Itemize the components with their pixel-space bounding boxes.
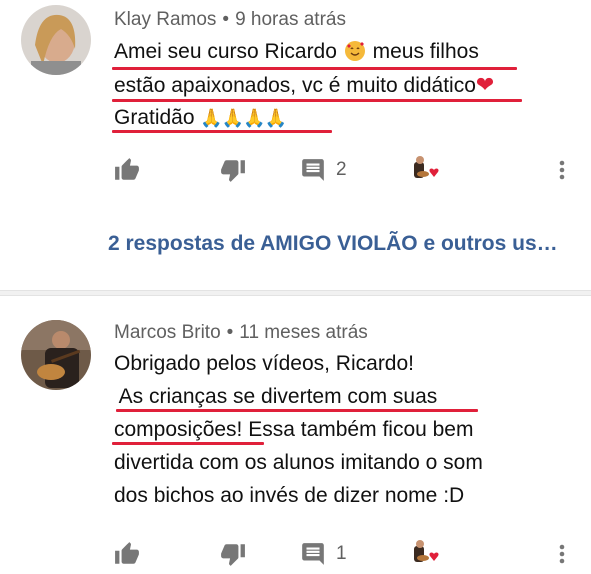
comment-time: 9 horas atrás (235, 9, 346, 30)
thumbs-up-icon (115, 158, 139, 180)
highlight-underline (112, 67, 517, 70)
creator-heart-icon (409, 155, 439, 181)
avatar-image (21, 320, 91, 390)
red-heart-emoji: ❤ (475, 72, 495, 97)
avatar[interactable] (21, 320, 91, 390)
highlight-underline (112, 130, 332, 133)
dislike-button[interactable] (220, 534, 246, 574)
avatar[interactable] (21, 5, 91, 75)
comment-line: Obrigado pelos vídeos, Ricardo! (114, 352, 414, 375)
like-button[interactable] (114, 150, 140, 190)
comment-text: Amei seu curso Ricardo meus filhos estão… (114, 35, 574, 134)
reply-button[interactable]: 1 (300, 534, 347, 574)
like-button[interactable] (114, 534, 140, 574)
comment-line: Essa também ficou bem (242, 418, 474, 441)
comment-line: estão apaixonados, vc é muito didático (114, 74, 476, 97)
comment-text: Obrigado pelos vídeos, Ricardo! As crian… (114, 347, 574, 512)
meta-separator: • (226, 322, 234, 343)
reply-icon (302, 159, 324, 181)
comment-line: divertida com os alunos imitando o som (114, 451, 483, 474)
comment-actions: 1 (0, 534, 591, 574)
comment-meta: Klay Ramos • 9 horas atrás (114, 9, 346, 31)
avatar-image (21, 5, 91, 75)
comment-marcos-brito: Marcos Brito • 11 meses atrás Obrigado pel… (0, 296, 591, 573)
more-vert-icon (559, 160, 565, 180)
creator-heart-badge (408, 534, 444, 574)
comment-line: Amei seu curso Ricardo (114, 40, 337, 63)
reply-count: 2 (336, 159, 347, 180)
reply-icon (302, 543, 324, 565)
thumbs-down-icon (221, 544, 245, 566)
comment-line: meus filhos (372, 40, 479, 63)
highlight-underline (116, 409, 478, 412)
more-options-button[interactable] (555, 150, 569, 190)
reply-count: 1 (336, 543, 347, 564)
comment-line: Gratidão (114, 106, 195, 129)
comment-time: 11 meses atrás (239, 322, 368, 343)
thumbs-up-icon (115, 542, 139, 564)
dislike-button[interactable] (220, 150, 246, 190)
thumbs-down-icon (221, 160, 245, 182)
meta-separator: • (222, 9, 230, 30)
highlight-underline (112, 442, 264, 445)
highlight-underline (112, 99, 522, 102)
comment-line: dos bichos ao invés de dizer nome :D (114, 484, 465, 507)
creator-heart-icon (409, 539, 439, 565)
comment-klay-ramos: Klay Ramos • 9 horas atrás Amei seu curso … (0, 0, 591, 290)
view-replies-link[interactable]: 2 respostas de AMIGO VIOLÃO e outros us… (108, 232, 558, 256)
comment-line: composições! (114, 418, 243, 441)
smiling-face-with-hearts-emoji (344, 41, 365, 61)
author-name[interactable]: Klay Ramos (114, 9, 216, 30)
comment-meta: Marcos Brito • 11 meses atrás (114, 322, 368, 344)
comment-actions: 2 (0, 150, 591, 190)
folded-hands-emoji: 🙏🙏🙏🙏 (200, 108, 287, 128)
author-name[interactable]: Marcos Brito (114, 322, 221, 343)
creator-heart-badge (408, 150, 444, 190)
more-options-button[interactable] (555, 534, 569, 574)
reply-button[interactable]: 2 (300, 150, 347, 190)
more-vert-icon (559, 544, 565, 564)
